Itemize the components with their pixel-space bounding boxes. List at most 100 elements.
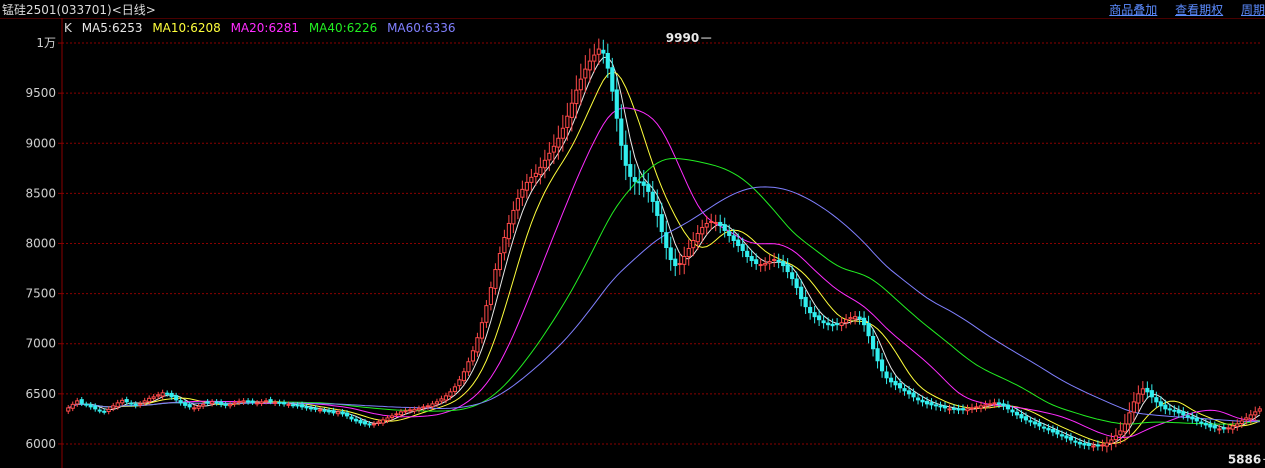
candle xyxy=(1086,439,1091,450)
candle-body xyxy=(389,415,395,418)
candle-body xyxy=(1019,413,1024,419)
candle xyxy=(862,311,867,332)
candle-body xyxy=(75,400,80,405)
candle xyxy=(308,405,314,412)
candle-body xyxy=(812,312,817,318)
candle-body xyxy=(871,336,876,350)
candle xyxy=(646,172,651,203)
candle xyxy=(273,399,278,406)
kline-chart[interactable]: 1万 9500 9000 8500 8000 7500 7000 6500 6000 9990 5… xyxy=(0,18,1265,468)
candle-body xyxy=(115,402,120,408)
candle xyxy=(479,317,484,344)
candle-body xyxy=(434,401,440,405)
candle-body xyxy=(578,78,583,91)
candle xyxy=(632,164,637,195)
candle-body xyxy=(1239,420,1244,425)
candle-body xyxy=(1037,422,1042,427)
candle-body xyxy=(727,231,732,236)
candle-body xyxy=(542,159,547,169)
candle-body xyxy=(84,403,89,406)
period-link[interactable]: 周期 xyxy=(1241,3,1265,17)
candle-body xyxy=(281,402,287,405)
candle-body xyxy=(371,423,377,426)
candle xyxy=(673,248,678,277)
candle-body xyxy=(106,408,111,412)
candle-body xyxy=(605,52,610,69)
candle-body xyxy=(299,404,305,408)
candle-body xyxy=(1028,420,1033,423)
candle-body xyxy=(1154,397,1159,403)
candle-body xyxy=(425,405,431,408)
candle-body xyxy=(1086,443,1091,446)
candle-body xyxy=(632,177,637,182)
candle-body xyxy=(790,272,795,280)
candle-body xyxy=(659,214,664,232)
candle-body xyxy=(731,235,736,241)
candle-body xyxy=(268,399,273,402)
candle-body xyxy=(151,396,156,399)
candle-body xyxy=(875,348,880,362)
candle-body xyxy=(839,322,844,326)
candle xyxy=(583,55,588,92)
candle-body xyxy=(1172,409,1177,412)
candle-body xyxy=(560,127,565,139)
candle xyxy=(772,252,777,268)
candle xyxy=(1140,381,1145,402)
candle xyxy=(614,76,619,132)
candle xyxy=(1230,421,1235,434)
candle-body xyxy=(709,220,714,223)
candle-body xyxy=(569,102,574,118)
candle-body xyxy=(488,287,493,305)
candle-body xyxy=(174,395,179,401)
candle-body xyxy=(1068,436,1073,441)
candle-body xyxy=(754,259,759,265)
candle-body xyxy=(1163,404,1168,410)
candle xyxy=(830,318,835,332)
candle-body xyxy=(497,253,502,271)
candle-body xyxy=(232,402,237,405)
candle-body xyxy=(515,197,520,211)
y-tick-label: 6000 xyxy=(25,437,56,451)
candle-body xyxy=(1010,409,1015,413)
candle-body xyxy=(331,410,336,414)
candle-body xyxy=(1041,426,1047,429)
commodity-overlay-link[interactable]: 商品叠加 xyxy=(1109,3,1157,17)
candle-body xyxy=(713,221,718,224)
candle xyxy=(745,245,750,263)
ma20-line xyxy=(68,107,1260,438)
candle-body xyxy=(205,401,210,404)
candle-body xyxy=(187,404,192,408)
candle xyxy=(70,401,75,412)
candle-body xyxy=(808,306,813,314)
candle-body xyxy=(1199,421,1204,424)
candle xyxy=(106,406,111,415)
candle xyxy=(506,215,511,248)
candle xyxy=(1145,381,1150,399)
candle xyxy=(709,213,714,230)
candle-body xyxy=(169,392,174,398)
candle xyxy=(749,250,754,267)
candle-body xyxy=(273,401,278,404)
candle-body xyxy=(1221,427,1226,430)
candle-body xyxy=(506,222,511,240)
candle xyxy=(1091,441,1096,452)
view-options-link[interactable]: 查看期权 xyxy=(1175,3,1223,17)
candle-body xyxy=(394,413,399,416)
candle-body xyxy=(722,224,727,231)
candle-body xyxy=(353,418,359,422)
candle xyxy=(740,237,745,258)
candle-body xyxy=(1127,412,1132,425)
ma5-line xyxy=(68,56,1261,446)
candle-body xyxy=(587,60,592,71)
candle-body xyxy=(1032,421,1038,425)
candle-body xyxy=(358,419,363,424)
candle-body xyxy=(88,404,93,408)
candle xyxy=(942,401,948,413)
candle xyxy=(520,180,525,206)
candle-body xyxy=(165,392,170,395)
candle xyxy=(808,300,813,320)
candle-body xyxy=(888,377,894,383)
candle-body xyxy=(214,401,219,404)
candle-body xyxy=(938,405,943,408)
candle xyxy=(1118,421,1123,444)
